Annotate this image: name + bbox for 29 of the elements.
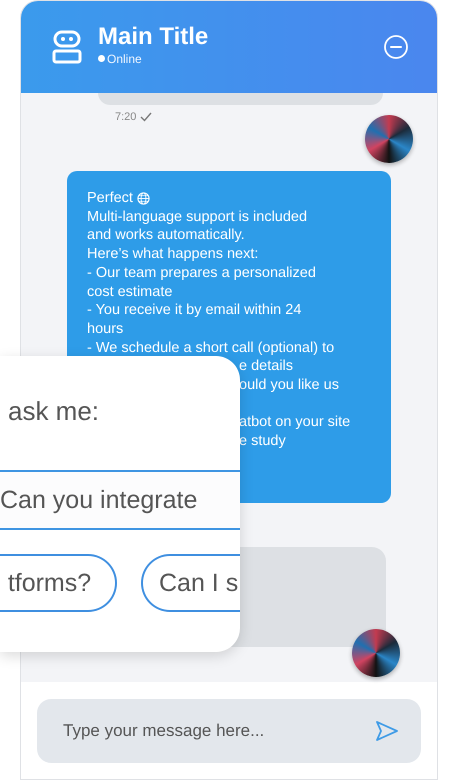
message-text: - Our team prepares a personalized	[87, 264, 316, 283]
question-field[interactable]: Can you integrate	[0, 470, 240, 530]
message-text: - You receive it by email within 24	[87, 301, 302, 320]
message-text: cost estimate	[87, 282, 172, 302]
send-icon[interactable]	[375, 720, 399, 742]
message-text: Multi-language support is included	[87, 208, 308, 226]
message-text: - We schedule a short call (optional) to	[87, 338, 334, 358]
message-text: and works automatically.	[87, 226, 245, 246]
suggestion-chip[interactable]: Can I s	[141, 554, 240, 612]
minimize-button[interactable]	[383, 34, 409, 60]
suggestion-chip[interactable]: tforms?	[0, 554, 117, 612]
avatar	[352, 629, 400, 677]
message-text: atbot on your site	[239, 413, 350, 432]
robot-icon	[52, 30, 82, 64]
status-text: Online	[107, 52, 142, 66]
message-text: Perfect	[87, 189, 133, 208]
status-dot-icon	[98, 55, 105, 62]
globe-icon	[136, 192, 150, 205]
message-text: e details	[239, 357, 294, 376]
message-text: e study	[239, 432, 286, 451]
avatar	[365, 115, 413, 163]
message-time: 7:20	[115, 111, 136, 123]
message-input[interactable]: Type your message here...	[61, 720, 375, 742]
message-text: Here’s what happens next:	[87, 245, 258, 264]
message-text: ould you like us	[239, 376, 339, 395]
window-title: Main Title	[98, 22, 210, 50]
message-field[interactable]: Type your message here...	[37, 698, 421, 762]
message-text: hours	[87, 320, 124, 339]
suggestions-heading: ask me:	[8, 396, 100, 427]
